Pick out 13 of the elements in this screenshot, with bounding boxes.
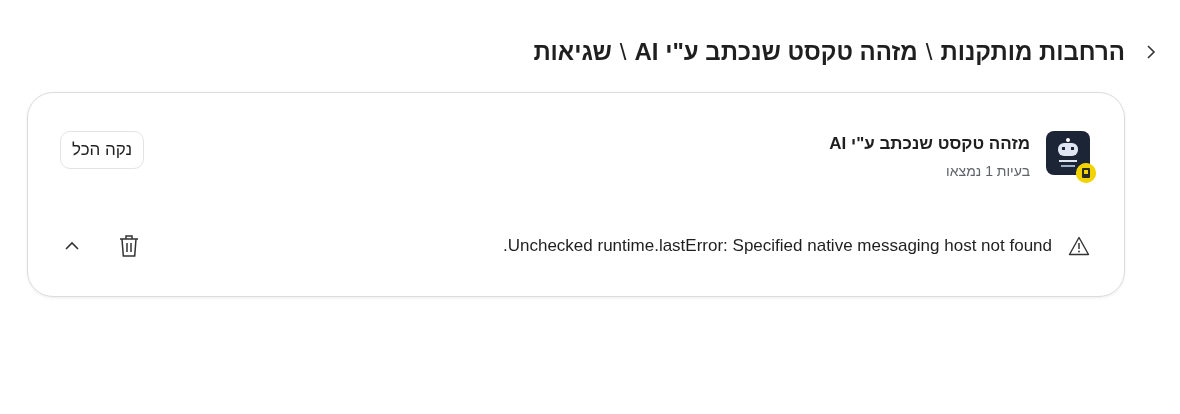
breadcrumb-separator: \ [619,37,627,67]
extension-name: מזהה טקסט שנכתב ע"י AI [829,133,1030,155]
book-icon [1076,163,1096,183]
breadcrumb-item[interactable]: שגיאות [533,34,612,70]
warning-icon [1068,235,1090,256]
robot-icon [1046,131,1090,175]
error-message: Unchecked runtime.lastError: Specified native messaging host not found. [502,234,1052,257]
breadcrumb-item[interactable]: הרחבות מותקנות [940,34,1125,70]
breadcrumb-separator: \ [925,37,933,67]
issues-count: בעיות 1 נמצאו [945,161,1030,181]
clear-all-button[interactable]: נקה הכל [60,131,145,169]
breadcrumb-item[interactable]: מזהה טקסט שנכתב ע"י AI [634,34,918,70]
back-icon[interactable] [1144,45,1158,59]
